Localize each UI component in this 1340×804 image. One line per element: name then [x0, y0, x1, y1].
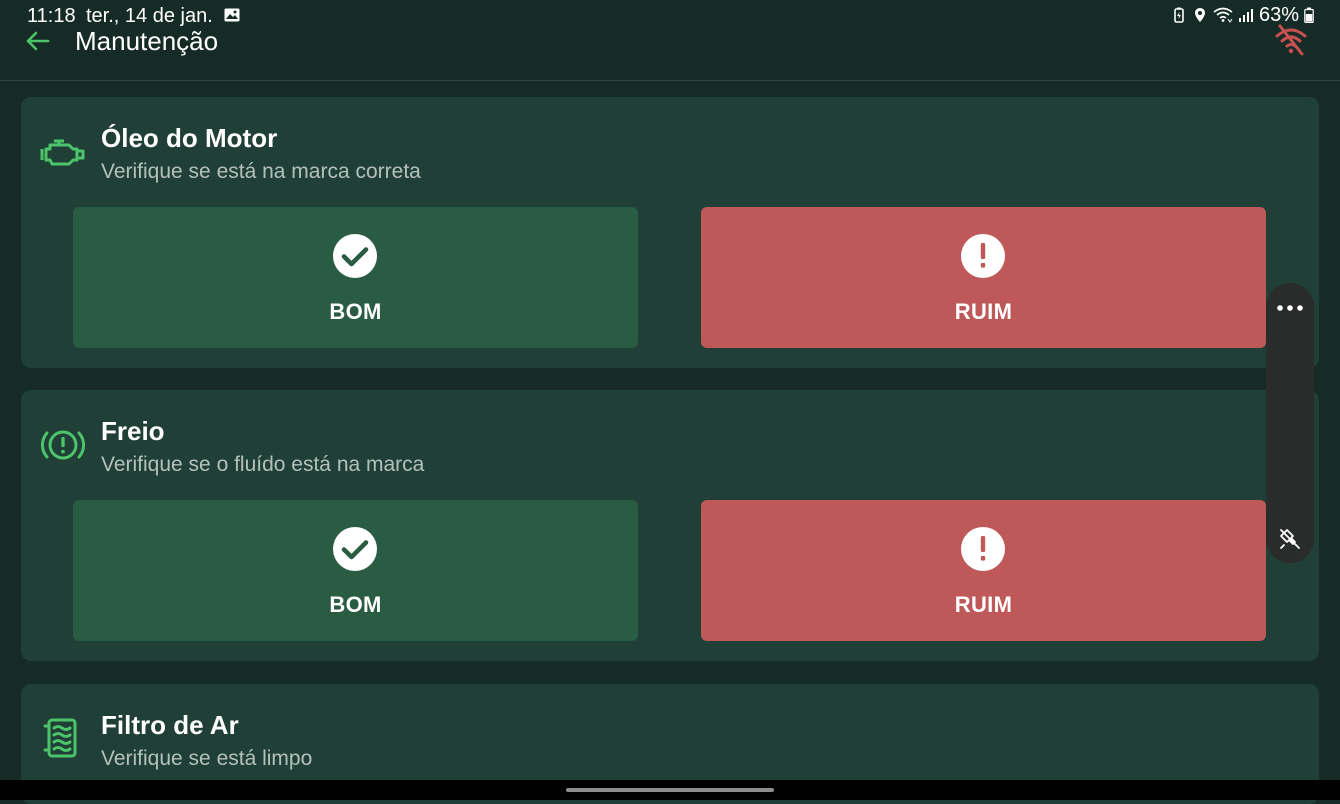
- bad-button-label: RUIM: [954, 299, 1013, 324]
- check-circle-icon: [333, 527, 377, 571]
- signal-icon: [1238, 9, 1253, 22]
- more-horizontal-icon: [1277, 305, 1303, 311]
- good-button-label: BOM: [329, 592, 382, 617]
- more-button[interactable]: [1266, 293, 1314, 323]
- card-title: Óleo do Motor: [101, 123, 278, 153]
- location-icon: [1194, 8, 1205, 22]
- battery-icon: [1304, 7, 1314, 23]
- unpin-icon[interactable]: [1278, 527, 1302, 551]
- card-title: Freio: [101, 416, 165, 446]
- navigation-bar: [0, 780, 1340, 800]
- good-button[interactable]: BOM: [73, 500, 638, 641]
- engine-icon: [40, 139, 85, 166]
- page-title: Manutenção: [75, 26, 219, 56]
- app-bar: Manutenção: [0, 22, 1340, 81]
- checklist-card-oil: Óleo do Motor Verifique se está na marca…: [21, 97, 1319, 368]
- back-button[interactable]: [22, 28, 52, 54]
- bad-button[interactable]: RUIM: [701, 500, 1266, 641]
- good-button[interactable]: BOM: [73, 207, 638, 348]
- card-title: Filtro de Ar: [101, 710, 239, 740]
- bad-button[interactable]: RUIM: [701, 207, 1266, 348]
- card-subtitle: Verifique se está limpo: [101, 747, 313, 770]
- battery-saver-icon: [1174, 7, 1184, 23]
- card-subtitle: Verifique se o fluído está na marca: [101, 453, 425, 476]
- alert-circle-icon: [961, 527, 1005, 571]
- arrow-left-icon: [26, 31, 50, 51]
- gallery-icon: [224, 8, 240, 22]
- brake-warning-icon: [40, 430, 86, 460]
- wifi-icon: [1213, 7, 1233, 23]
- floating-side-panel: [1266, 283, 1314, 563]
- check-circle-icon: [333, 234, 377, 278]
- wifi-off-icon[interactable]: [1274, 24, 1308, 56]
- alert-circle-icon: [961, 234, 1005, 278]
- checklist-card-brake: Freio Verifique se o fluído está na marc…: [21, 390, 1319, 661]
- bad-button-label: RUIM: [954, 592, 1013, 617]
- card-subtitle: Verifique se está na marca correta: [101, 160, 421, 183]
- home-gesture-handle[interactable]: [566, 788, 774, 792]
- good-button-label: BOM: [329, 299, 382, 324]
- air-filter-icon: [43, 718, 77, 758]
